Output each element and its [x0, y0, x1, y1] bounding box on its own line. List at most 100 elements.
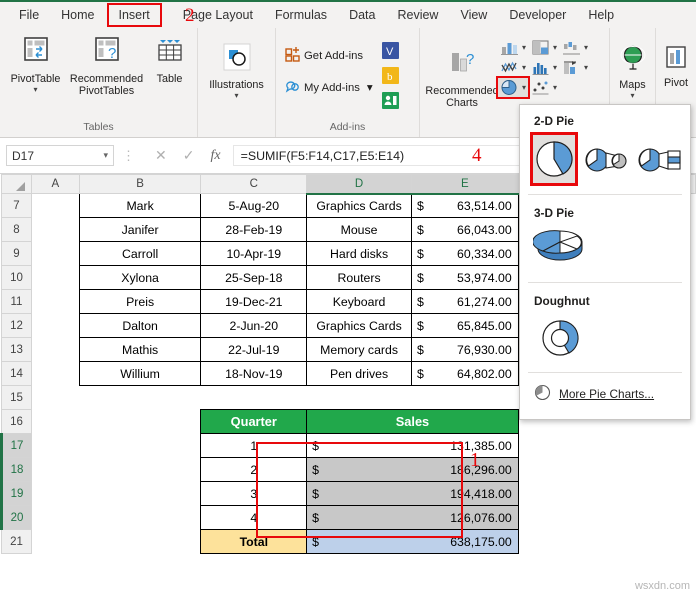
cell-b17[interactable]	[79, 433, 201, 458]
cell-f18[interactable]	[518, 457, 696, 482]
tab-review[interactable]: Review	[386, 4, 449, 26]
select-all-corner[interactable]	[1, 174, 32, 194]
column-chart-button[interactable]: ▾	[498, 38, 528, 57]
pivot-chart-button[interactable]: Pivot	[656, 42, 696, 92]
my-addins-button[interactable]: My Add-ins ▾	[282, 76, 376, 99]
row-header-20[interactable]: 20	[0, 505, 32, 530]
cell-d18-sales[interactable]: 186,296.00	[306, 457, 519, 482]
row-header-18[interactable]: 18	[0, 457, 32, 482]
cell-c19-quarter[interactable]: 3	[200, 481, 308, 506]
cell-e10[interactable]: 53,974.00	[410, 265, 519, 290]
chevron-down-icon[interactable]: ▾	[582, 43, 588, 52]
insert-function-icon[interactable]: fx	[210, 148, 220, 164]
cell-d9[interactable]: Hard disks	[306, 241, 412, 266]
chevron-down-icon[interactable]: ▾	[33, 85, 37, 94]
chevron-down-icon[interactable]: ▾	[363, 81, 373, 94]
pie-chart-dropdown-menu[interactable]: 2-D Pie 3-D Pie Doughnut More Pie Charts…	[519, 104, 691, 420]
tab-formulas[interactable]: Formulas	[264, 4, 338, 26]
cell-d7[interactable]: Graphics Cards	[306, 193, 412, 218]
row-header-15[interactable]: 15	[1, 385, 32, 410]
pie-3d-option[interactable]	[532, 226, 588, 272]
more-pie-charts-item[interactable]: More Pie Charts...	[520, 375, 690, 404]
tab-insert[interactable]: Insert	[106, 3, 162, 27]
cell-c11[interactable]: 19-Dec-21	[200, 289, 308, 314]
cell-b7[interactable]: Mark	[78, 193, 202, 218]
cell-d12[interactable]: Graphics Cards	[306, 313, 412, 338]
cell-a21[interactable]	[31, 529, 80, 554]
cell-d10[interactable]: Routers	[306, 265, 412, 290]
cell-b8[interactable]: Janifer	[78, 217, 202, 242]
cell-c18-quarter[interactable]: 2	[200, 457, 308, 482]
cell-b19[interactable]	[79, 481, 201, 506]
cell-e7[interactable]: 63,514.00	[410, 193, 519, 218]
row-header-13[interactable]: 13	[1, 337, 32, 362]
recommended-pivot-tables-button[interactable]: ? Recommended PivotTables	[68, 32, 146, 99]
cell-c12[interactable]: 2-Jun-20	[200, 313, 308, 338]
cell-b9[interactable]: Carroll	[78, 241, 202, 266]
statistic-chart-button[interactable]: ▾	[529, 58, 559, 77]
pie-2d-option[interactable]	[530, 132, 578, 186]
column-header-b[interactable]: B	[78, 174, 202, 194]
cell-a11[interactable]	[31, 289, 80, 314]
scatter-chart-button[interactable]: ▾	[529, 78, 559, 97]
get-addins-button[interactable]: Get Add-ins	[282, 44, 376, 67]
cell-a19[interactable]	[31, 481, 80, 506]
row-header-8[interactable]: 8	[1, 217, 32, 242]
chevron-down-icon[interactable]: ▾	[520, 83, 526, 92]
formula-bar-expand-handle[interactable]: ⋮	[114, 148, 143, 164]
cell-e13[interactable]: 76,930.00	[410, 337, 519, 362]
cell-b20[interactable]	[79, 505, 201, 530]
bing-addin-icon[interactable]: b	[381, 67, 399, 89]
cell-a20[interactable]	[31, 505, 80, 530]
chevron-down-icon[interactable]: ▾	[520, 43, 526, 52]
pie-of-pie-option[interactable]	[582, 134, 630, 184]
cell-d19-sales[interactable]: 194,418.00	[306, 481, 519, 506]
cell-d8[interactable]: Mouse	[306, 217, 412, 242]
cell-a17[interactable]	[31, 433, 80, 458]
cell-f20[interactable]	[518, 505, 696, 530]
tab-page-layout[interactable]: Page Layout	[163, 4, 264, 26]
cell-f21[interactable]	[518, 529, 696, 554]
row-header-9[interactable]: 9	[1, 241, 32, 266]
pivot-table-button[interactable]: PivotTable ▾	[4, 32, 68, 96]
row-header-14[interactable]: 14	[1, 361, 32, 386]
chevron-down-icon[interactable]: ▾	[234, 91, 238, 100]
cell-b10[interactable]: Xylona	[78, 265, 202, 290]
cell-a16[interactable]	[31, 409, 80, 434]
chevron-down-icon[interactable]: ▾	[103, 150, 108, 161]
cell-b18[interactable]	[79, 457, 201, 482]
chevron-down-icon[interactable]: ▾	[551, 43, 557, 52]
cell-b11[interactable]: Preis	[78, 289, 202, 314]
column-header-d[interactable]: D	[306, 174, 412, 195]
cell-a8[interactable]	[31, 217, 80, 242]
line-chart-button[interactable]: ▾	[498, 58, 528, 77]
cell-a13[interactable]	[31, 337, 80, 362]
cell-c20-quarter[interactable]: 4	[200, 505, 308, 530]
row-header-7[interactable]: 7	[1, 193, 32, 218]
row-header-11[interactable]: 11	[1, 289, 32, 314]
cell-d15[interactable]	[306, 385, 412, 410]
bar-of-pie-option[interactable]	[636, 134, 684, 184]
cell-c13[interactable]: 22-Jul-19	[200, 337, 308, 362]
cell-d13[interactable]: Memory cards	[306, 337, 412, 362]
column-header-a[interactable]: A	[30, 174, 80, 194]
recommended-charts-button[interactable]: ? Recommended Charts	[425, 34, 498, 111]
cell-a10[interactable]	[31, 265, 80, 290]
confirm-formula-icon[interactable]: ✓	[183, 147, 195, 164]
cell-a14[interactable]	[31, 361, 80, 386]
cancel-formula-icon[interactable]: ✕	[155, 147, 167, 164]
cell-a15[interactable]	[31, 385, 80, 410]
cell-b16[interactable]	[79, 409, 201, 434]
cell-d11[interactable]: Keyboard	[306, 289, 412, 314]
column-header-e[interactable]: E	[410, 174, 519, 195]
name-box[interactable]: D17 ▾	[6, 145, 114, 166]
cell-d14[interactable]: Pen drives	[306, 361, 412, 386]
maps-button[interactable]: Maps ▾	[612, 42, 654, 102]
tab-view[interactable]: View	[449, 4, 498, 26]
cell-f17[interactable]	[518, 433, 696, 458]
waterfall-chart-button[interactable]: ▾	[560, 38, 590, 57]
row-header-21[interactable]: 21	[1, 529, 32, 554]
column-header-c[interactable]: C	[200, 174, 308, 194]
cell-c21-total-label[interactable]: Total	[200, 529, 308, 554]
row-header-19[interactable]: 19	[0, 481, 32, 506]
